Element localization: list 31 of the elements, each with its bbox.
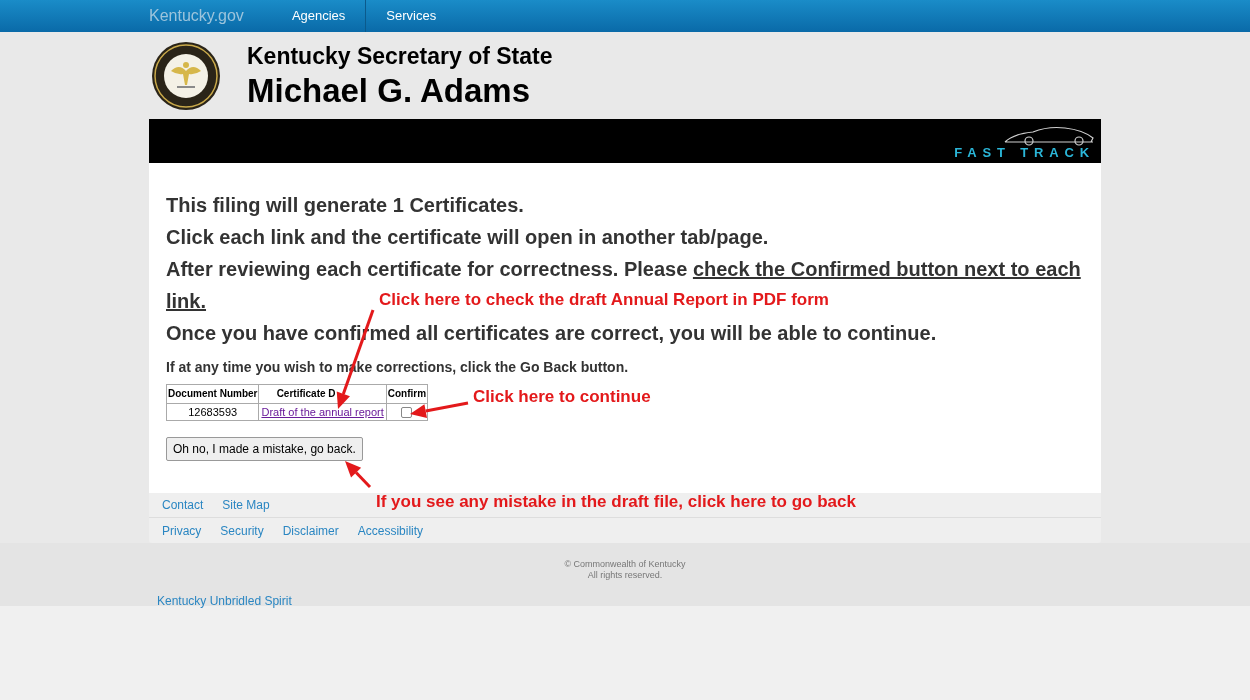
seal-icon (151, 40, 221, 111)
banner-logo-text: FAST TRACK (954, 146, 1095, 159)
arrow (410, 401, 469, 418)
copyright-text: © Commonwealth of Kentucky (564, 559, 686, 570)
annotation-text: Click here to continue (473, 386, 651, 408)
column-header: Certificate D (258, 384, 387, 404)
site-title: Michael G. Adams (247, 73, 532, 107)
annotation-text: Click here to check the draft Annual Report in PDF form (379, 289, 829, 311)
footer-link[interactable]: Site Map (222, 496, 270, 514)
slogan-link[interactable]: Kentucky Unbridled Spirit (149, 592, 292, 610)
instruction-text: After reviewing each certificate for correctness. Please check the Confirmed button next to each (166, 257, 1082, 282)
site-subtitle: Kentucky Secretary of State (247, 44, 553, 68)
arrow (345, 461, 372, 489)
footer-link[interactable]: Accessibility (357, 521, 424, 540)
nav-link[interactable]: Services (366, 0, 457, 32)
footer-link[interactable]: Disclaimer (282, 521, 339, 540)
confirm-checkbox[interactable] (401, 406, 413, 418)
column-header: Document Number (166, 384, 259, 404)
column-header: Confirm (386, 384, 428, 404)
brand-link[interactable]: Kentucky.gov (149, 4, 272, 28)
instruction-text: link. (166, 289, 206, 314)
instruction-text: This filing will generate 1 Certificates. (166, 193, 525, 218)
annotation-text: If you see any mistake in the draft file, click here to go back (376, 491, 856, 513)
footer-link[interactable]: Privacy (162, 521, 202, 540)
car-logo-icon (1003, 124, 1095, 146)
go-back-button[interactable]: Oh no, I made a mistake, go back. (166, 437, 363, 461)
copyright-text: All rights reserved. (587, 570, 663, 581)
table-cell: 12683593 (166, 403, 259, 421)
instruction-text: Click each link and the certificate will open in another tab/page. (166, 225, 770, 250)
footer-link[interactable]: Contact (162, 496, 204, 514)
footer-link[interactable]: Security (220, 521, 264, 540)
